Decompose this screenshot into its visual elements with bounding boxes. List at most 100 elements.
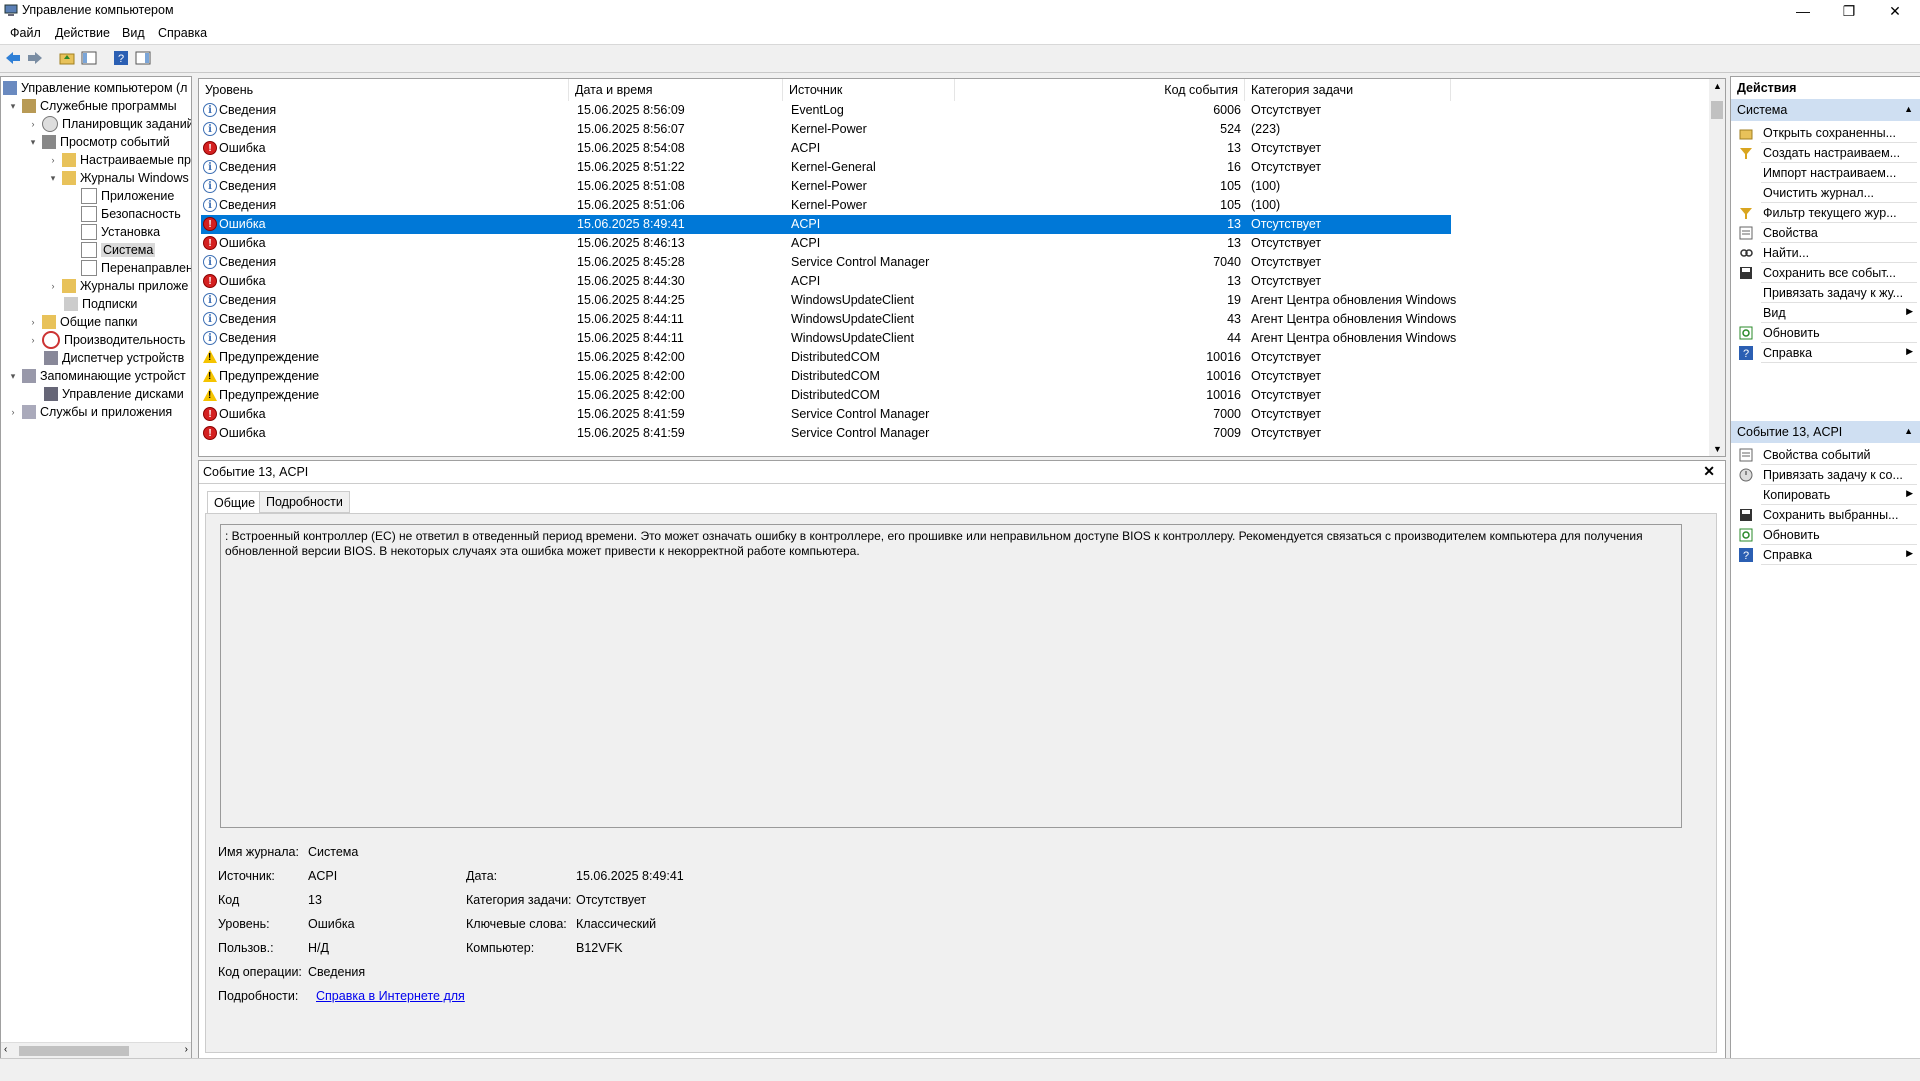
tree-item-task-scheduler[interactable]: › Планировщик заданий <box>27 115 191 133</box>
tree-item-system[interactable]: Система <box>81 241 156 259</box>
column-source[interactable]: Источник <box>783 79 955 101</box>
table-row[interactable]: i Сведения 15.06.2025 8:56:09 EventLog 6006 О… <box>201 101 1451 120</box>
scroll-thumb[interactable] <box>1711 101 1723 119</box>
table-row[interactable]: ! Ошибка 15.06.2025 8:41:59 Service Control… <box>201 405 1451 424</box>
action-item[interactable]: Обновить <box>1731 322 1920 344</box>
show-hide-tree-icon[interactable] <box>80 49 98 67</box>
table-row[interactable]: i Сведения 15.06.2025 8:44:25 WindowsUpdate… <box>201 291 1456 310</box>
action-item[interactable]: Копировать ▶ <box>1731 484 1920 506</box>
scroll-left-icon[interactable]: ‹ <box>4 1044 7 1055</box>
action-item[interactable]: Импорт настраиваем... <box>1731 162 1920 184</box>
action-item[interactable]: Привязать задачу к со... <box>1731 464 1920 486</box>
chevron-right-icon[interactable]: › <box>47 280 59 292</box>
table-row[interactable]: ! Ошибка 15.06.2025 8:41:59 Service Control… <box>201 424 1451 443</box>
action-item[interactable]: Создать настраиваем... <box>1731 142 1920 164</box>
table-row[interactable]: ! Ошибка 15.06.2025 8:46:13 ACPI 13 Отсутству… <box>201 234 1451 253</box>
tree-item-device-manager[interactable]: Диспетчер устройств <box>44 349 184 367</box>
tree-item-application[interactable]: Приложение <box>81 187 174 205</box>
up-folder-icon[interactable] <box>58 49 76 67</box>
table-row[interactable]: Предупреждение 15.06.2025 8:42:00 Distribu… <box>201 386 1451 405</box>
column-level[interactable]: Уровень <box>199 79 569 101</box>
tree-item-subscriptions[interactable]: Подписки <box>64 295 137 313</box>
table-row[interactable]: ! Ошибка 15.06.2025 8:54:08 ACPI 13 Отсутству… <box>201 139 1451 158</box>
action-item[interactable]: Привязать задачу к жу... <box>1731 282 1920 304</box>
menu-view[interactable]: Вид <box>122 26 145 40</box>
table-row[interactable]: i Сведения 15.06.2025 8:45:28 Service Contr… <box>201 253 1451 272</box>
collapse-icon[interactable]: ▲ <box>1904 426 1913 436</box>
tree-item-windows-logs[interactable]: ▾ Журналы Windows <box>47 169 189 187</box>
action-item[interactable]: ? Справка ▶ <box>1731 342 1920 364</box>
scroll-down-icon[interactable]: ▼ <box>1713 444 1722 454</box>
collapse-icon[interactable]: ▲ <box>1904 104 1913 114</box>
close-window-button[interactable]: ✕ <box>1872 0 1918 22</box>
action-item[interactable]: Вид ▶ <box>1731 302 1920 324</box>
action-item[interactable]: Обновить <box>1731 524 1920 546</box>
action-item[interactable]: Сохранить выбранны... <box>1731 504 1920 526</box>
table-row[interactable]: Предупреждение 15.06.2025 8:42:00 Distribu… <box>201 367 1451 386</box>
chevron-right-icon[interactable]: › <box>47 154 59 166</box>
tab-general[interactable]: Общие <box>207 491 263 514</box>
chevron-down-icon[interactable]: ▾ <box>47 172 59 184</box>
online-help-link[interactable]: Справка в Интернете для <box>316 989 465 1003</box>
tree-item-system-tools[interactable]: ▾ Служебные программы <box>7 97 177 115</box>
action-item[interactable]: Свойства событий <box>1731 444 1920 466</box>
tree-item-shared-folders[interactable]: › Общие папки <box>27 313 138 331</box>
action-item[interactable]: Сохранить все событ... <box>1731 262 1920 284</box>
action-item[interactable]: ? Справка ▶ <box>1731 544 1920 566</box>
tree-horizontal-scrollbar[interactable]: ‹ › <box>1 1042 191 1059</box>
list-vertical-scrollbar[interactable]: ▲ ▼ <box>1709 79 1725 456</box>
tree-item-event-viewer[interactable]: ▾ Просмотр событий <box>27 133 170 151</box>
actions-section-system[interactable]: Система ▲ <box>1731 99 1920 121</box>
column-task-category[interactable]: Категория задачи <box>1245 79 1451 101</box>
close-icon[interactable]: ✕ <box>1703 463 1715 480</box>
menu-file[interactable]: Файл <box>10 26 41 40</box>
tree-item-app-logs[interactable]: › Журналы приложе <box>47 277 188 295</box>
scroll-up-icon[interactable]: ▲ <box>1713 81 1722 91</box>
restore-button[interactable]: ❐ <box>1826 0 1872 22</box>
chevron-down-icon[interactable]: ▾ <box>27 136 39 148</box>
table-row[interactable]: i Сведения 15.06.2025 8:44:11 WindowsUpdate… <box>201 329 1456 348</box>
action-item[interactable]: Свойства <box>1731 222 1920 244</box>
table-row[interactable]: ! Ошибка 15.06.2025 8:44:30 ACPI 13 Отсутству… <box>201 272 1451 291</box>
chevron-right-icon[interactable]: › <box>27 316 39 328</box>
help-icon[interactable]: ? <box>112 49 130 67</box>
tree-item-services-apps[interactable]: › Службы и приложения <box>7 403 172 421</box>
table-row[interactable]: i Сведения 15.06.2025 8:44:11 WindowsUpdate… <box>201 310 1456 329</box>
menu-action[interactable]: Действие <box>55 26 110 40</box>
tree-item-custom-views[interactable]: › Настраиваемые пр <box>47 151 191 169</box>
action-item[interactable]: Очистить журнал... <box>1731 182 1920 204</box>
minimize-button[interactable]: — <box>1780 0 1826 22</box>
tree-item-setup[interactable]: Установка <box>81 223 160 241</box>
actions-section-event[interactable]: Событие 13, ACPI ▲ <box>1731 421 1920 443</box>
action-item[interactable]: Найти... <box>1731 242 1920 264</box>
tree-item-security[interactable]: Безопасность <box>81 205 181 223</box>
event-description[interactable]: : Встроенный контроллер (EC) не ответил … <box>220 524 1682 828</box>
table-row[interactable]: Предупреждение 15.06.2025 8:42:00 Distribu… <box>201 348 1451 367</box>
chevron-right-icon[interactable]: › <box>7 406 19 418</box>
chevron-right-icon[interactable]: › <box>27 334 39 346</box>
chevron-down-icon[interactable]: ▾ <box>7 100 19 112</box>
action-item[interactable]: Открыть сохраненны... <box>1731 122 1920 144</box>
table-row[interactable]: i Сведения 15.06.2025 8:51:22 Kernel-Genera… <box>201 158 1451 177</box>
table-row[interactable]: i Сведения 15.06.2025 8:51:06 Kernel-Power 1… <box>201 196 1451 215</box>
table-row[interactable]: ! Ошибка 15.06.2025 8:49:41 ACPI 13 Отсутству… <box>201 215 1451 234</box>
scroll-right-icon[interactable]: › <box>185 1044 188 1055</box>
scroll-thumb[interactable] <box>19 1046 129 1056</box>
chevron-right-icon[interactable]: › <box>27 118 39 130</box>
table-row[interactable]: i Сведения 15.06.2025 8:51:08 Kernel-Power 1… <box>201 177 1451 196</box>
back-arrow-icon[interactable] <box>4 49 22 67</box>
menu-help[interactable]: Справка <box>158 26 207 40</box>
column-date[interactable]: Дата и время <box>569 79 783 101</box>
action-item[interactable]: Фильтр текущего жур... <box>1731 202 1920 224</box>
tree-item-storage[interactable]: ▾ Запоминающие устройст <box>7 367 186 385</box>
column-event-id[interactable]: Код события <box>955 79 1245 101</box>
chevron-down-icon[interactable]: ▾ <box>7 370 19 382</box>
tree-item-disk-management[interactable]: Управление дисками <box>44 385 184 403</box>
tree-item-computer-management[interactable]: Управление компьютером (л <box>3 79 187 97</box>
show-action-pane-icon[interactable] <box>134 49 152 67</box>
table-row[interactable]: i Сведения 15.06.2025 8:56:07 Kernel-Power 5… <box>201 120 1451 139</box>
tree-item-performance[interactable]: › Производительность <box>27 331 185 349</box>
tree-item-forwarded[interactable]: Перенаправлен <box>81 259 191 277</box>
tab-details[interactable]: Подробности <box>259 491 350 513</box>
forward-arrow-icon[interactable] <box>26 49 44 67</box>
